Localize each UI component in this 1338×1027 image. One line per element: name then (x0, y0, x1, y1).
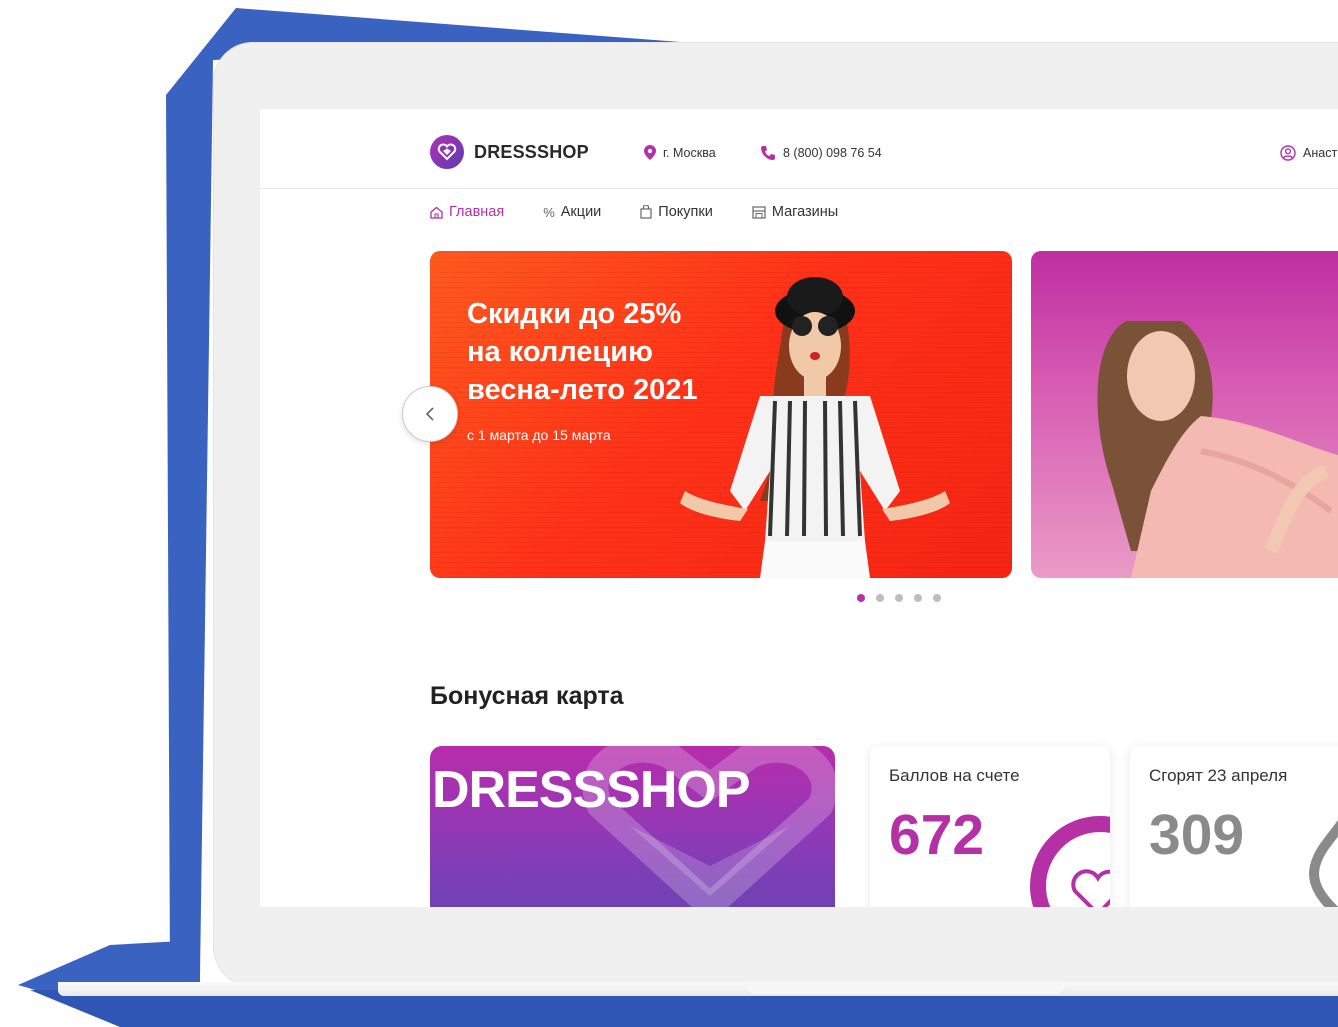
carousel-dot[interactable] (933, 594, 941, 602)
logo[interactable]: DRESSSHOP (430, 135, 589, 169)
phone-icon (761, 146, 775, 160)
balance-value: 672 (889, 803, 985, 867)
nav-label-purchases: Покупки (658, 204, 713, 220)
store-icon (752, 205, 766, 219)
nav-label-stores: Магазины (771, 204, 839, 220)
bonus-card[interactable]: DRESSSHOP (430, 746, 835, 907)
nav-item-home[interactable]: Главная (430, 204, 504, 220)
carousel-dot[interactable] (857, 594, 865, 602)
expiring-card: Сгорят 23 апреля 309 (1130, 746, 1338, 907)
nav-item-promos[interactable]: % Акции (543, 204, 601, 220)
nav-label-home: Главная (449, 204, 505, 220)
chevron-left-icon (425, 407, 434, 421)
expiring-value: 309 (1149, 803, 1245, 867)
nav-label-promos: Акции (560, 204, 602, 220)
phone-link[interactable]: 8 (800) 098 76 54 (760, 145, 882, 161)
carousel-prev-button[interactable] (402, 386, 458, 442)
heart-badge-icon (1030, 816, 1110, 907)
logo-heart-icon (430, 135, 464, 169)
laptop-base (58, 982, 1338, 996)
promo-banner[interactable]: Скидки до 25% на коллецию весна-лето 202… (430, 251, 1012, 578)
promo-banner-next[interactable] (1031, 251, 1338, 578)
home-icon (430, 206, 443, 219)
flame-icon (1309, 820, 1338, 907)
carousel-dot[interactable] (876, 594, 884, 602)
banner-model-image (680, 277, 950, 578)
site-header: DRESSSHOP г. Москва 8 (800) 098 76 54 Ан… (260, 109, 1338, 189)
city-label: г. Москва (663, 145, 716, 160)
phone-number: 8 (800) 098 76 54 (783, 146, 882, 160)
profile-link[interactable]: Анаст (1280, 145, 1337, 161)
banner-model-image (1097, 321, 1338, 578)
bonus-card-brand: DRESSSHOP (432, 761, 751, 819)
expiring-label: Сгорят 23 апреля (1149, 766, 1288, 785)
profile-name: Анаст (1303, 146, 1338, 160)
nav-item-purchases[interactable]: Покупки (640, 204, 713, 220)
location-pin-icon (644, 145, 656, 160)
user-icon (1280, 145, 1296, 161)
nav-item-stores[interactable]: Магазины (752, 204, 838, 220)
main-nav: Главная % Акции Покупки Магазины (430, 204, 877, 220)
carousel-dot[interactable] (895, 594, 903, 602)
carousel-dots (857, 594, 952, 602)
logo-text: DRESSSHOP (474, 141, 589, 162)
balance-label: Баллов на счете (889, 766, 1020, 785)
city-selector[interactable]: г. Москва (644, 145, 716, 160)
bag-icon (640, 205, 652, 219)
percent-icon: % (543, 204, 555, 220)
laptop-hinge-notch (745, 982, 1065, 994)
app-screen: DRESSSHOP г. Москва 8 (800) 098 76 54 Ан… (260, 109, 1338, 907)
balance-card: Баллов на счете 672 (870, 746, 1110, 907)
bonus-section-title: Бонусная карта (430, 682, 624, 710)
carousel-dot[interactable] (914, 594, 922, 602)
